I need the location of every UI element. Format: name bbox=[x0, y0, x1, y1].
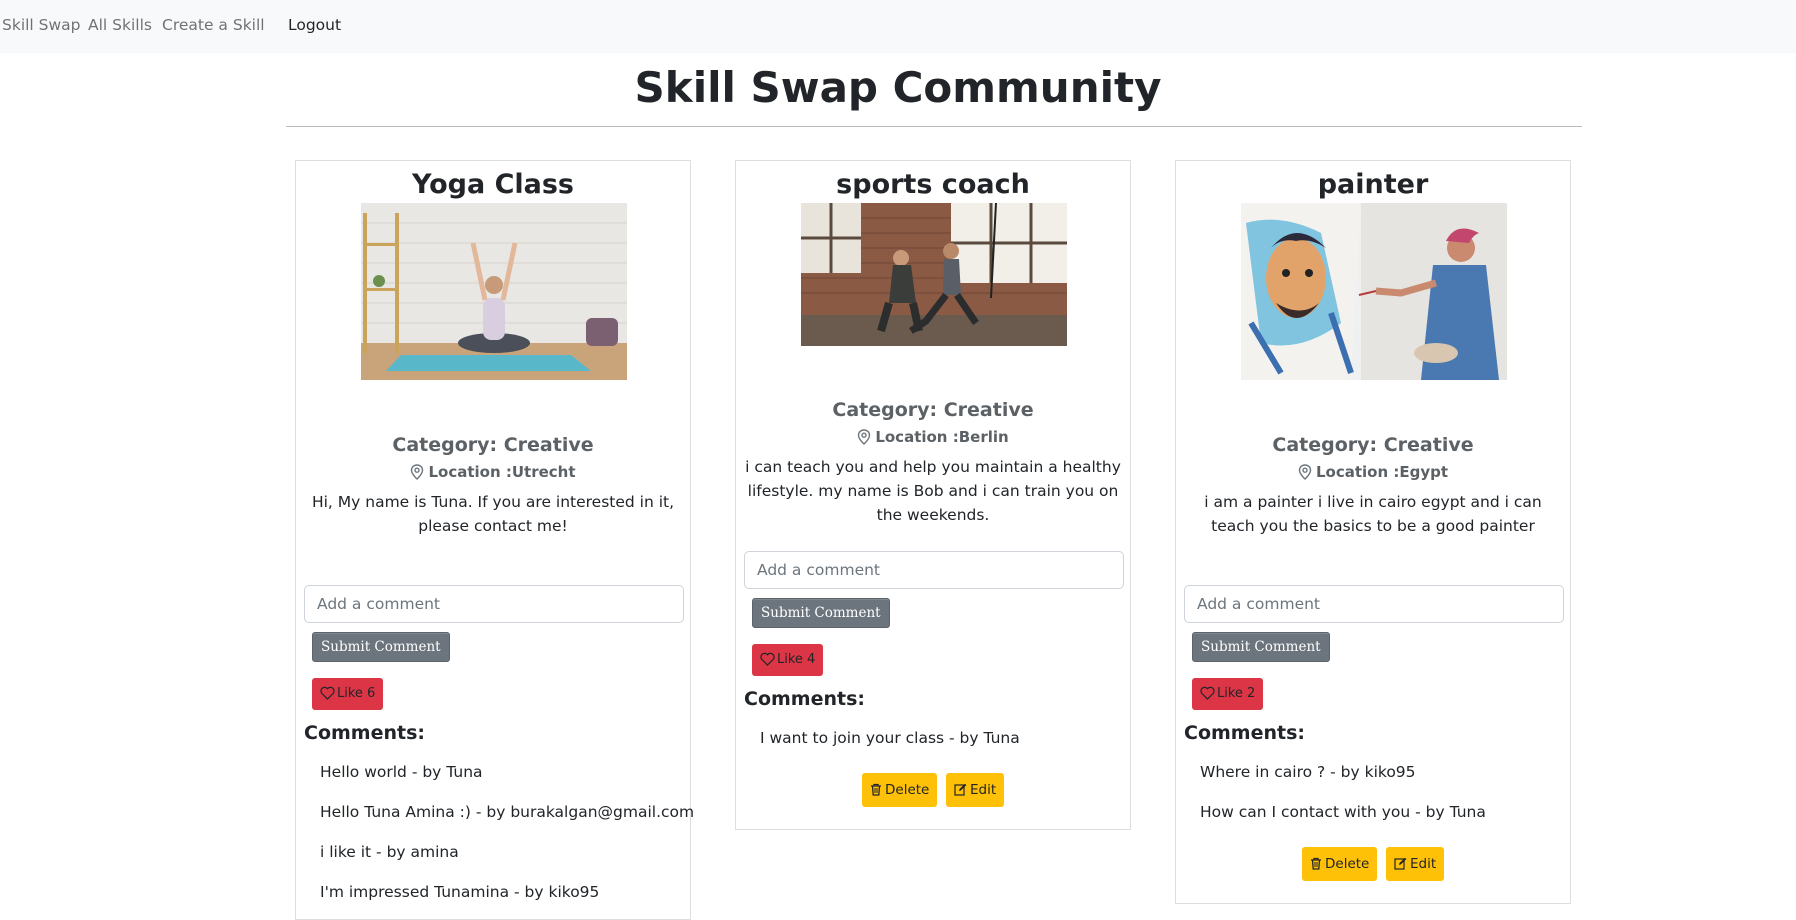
card-description: Hi, My name is Tuna. If you are interest… bbox=[311, 493, 675, 535]
delete-button[interactable]: Delete bbox=[1302, 847, 1378, 881]
card-description: i can teach you and help you maintain a … bbox=[745, 458, 1121, 524]
comments-heading: Comments: bbox=[744, 688, 865, 710]
edit-label: Edit bbox=[970, 782, 997, 798]
comment-item: I'm impressed Tunamina - by kiko95 bbox=[320, 883, 600, 901]
card-category: Category: Creative bbox=[1272, 434, 1474, 456]
skill-image-painter bbox=[1241, 203, 1507, 380]
comment-item: Hello world - by Tuna bbox=[320, 763, 483, 781]
card-description: i am a painter i live in cairo egypt and… bbox=[1204, 493, 1542, 535]
navbar: Skill Swap All Skills Create a Skill Log… bbox=[0, 0, 1796, 53]
like-button[interactable]: Like 2 bbox=[1192, 678, 1264, 710]
delete-label: Delete bbox=[1325, 856, 1370, 872]
edit-icon bbox=[1394, 856, 1410, 872]
like-button[interactable]: Like 4 bbox=[752, 644, 824, 676]
card-location: Location :Utrecht bbox=[296, 462, 690, 482]
edit-icon bbox=[954, 782, 970, 798]
like-label: Like 6 bbox=[337, 686, 376, 701]
card-title: sports coach bbox=[836, 169, 1030, 200]
card-title: painter bbox=[1317, 169, 1429, 200]
location-pin-icon bbox=[857, 428, 875, 446]
nav-create-skill-link[interactable]: Create a Skill bbox=[162, 0, 265, 51]
comment-item: I want to join your class - by Tuna bbox=[760, 729, 1020, 747]
location-label: Location :Egypt bbox=[1315, 463, 1449, 481]
comment-item: How can I contact with you - by Tuna bbox=[1200, 803, 1486, 821]
card-category: Category: Creative bbox=[832, 399, 1034, 421]
skill-card-sports-coach: sports coach Category: Creative Location… bbox=[735, 160, 1131, 830]
card-location: Location :Berlin bbox=[736, 427, 1130, 447]
card-title: Yoga Class bbox=[412, 169, 574, 200]
trash-icon bbox=[1310, 856, 1325, 872]
location-label: Location :Berlin bbox=[875, 428, 1009, 446]
heart-icon bbox=[320, 686, 337, 701]
submit-comment-button[interactable]: Submit Comment bbox=[752, 598, 890, 628]
nav-logout-link[interactable]: Logout bbox=[288, 0, 341, 51]
location-pin-icon bbox=[1298, 463, 1316, 481]
delete-label: Delete bbox=[885, 782, 930, 798]
skill-card-yoga: Yoga Class Category: Creative Location :… bbox=[295, 160, 695, 920]
heart-icon bbox=[1200, 686, 1217, 701]
delete-button[interactable]: Delete bbox=[862, 773, 938, 807]
like-button[interactable]: Like 6 bbox=[312, 678, 384, 710]
location-label: Location :Utrecht bbox=[428, 463, 576, 481]
comment-input[interactable] bbox=[1184, 585, 1564, 623]
skill-image-yoga bbox=[361, 203, 627, 380]
nav-brand-link[interactable]: Skill Swap bbox=[2, 0, 81, 51]
submit-comment-button[interactable]: Submit Comment bbox=[1192, 632, 1330, 662]
comment-item: Where in cairo ? - by kiko95 bbox=[1200, 763, 1416, 781]
edit-button[interactable]: Edit bbox=[946, 773, 1005, 807]
edit-label: Edit bbox=[1410, 856, 1437, 872]
location-pin-icon bbox=[410, 463, 428, 481]
card-category: Category: Creative bbox=[392, 434, 594, 456]
like-label: Like 4 bbox=[777, 652, 816, 667]
title-divider bbox=[286, 126, 1582, 127]
comments-heading: Comments: bbox=[1184, 722, 1305, 744]
card-location: Location :Egypt bbox=[1176, 462, 1570, 482]
trash-icon bbox=[870, 782, 885, 798]
comment-input[interactable] bbox=[744, 551, 1124, 589]
comment-input[interactable] bbox=[304, 585, 684, 623]
skill-card-painter: painter Category: Creative Location :Egy… bbox=[1175, 160, 1571, 904]
submit-comment-button[interactable]: Submit Comment bbox=[312, 632, 450, 662]
nav-all-skills-link[interactable]: All Skills bbox=[88, 0, 152, 51]
heart-icon bbox=[760, 652, 777, 667]
edit-button[interactable]: Edit bbox=[1386, 847, 1445, 881]
page-title: Skill Swap Community bbox=[634, 63, 1162, 112]
comment-item: Hello Tuna Amina :) - by burakalgan@gmai… bbox=[320, 803, 695, 821]
skill-image-sports-coach bbox=[801, 203, 1067, 346]
comment-item: i like it - by amina bbox=[320, 843, 459, 861]
like-label: Like 2 bbox=[1217, 686, 1256, 701]
comments-heading: Comments: bbox=[304, 722, 425, 744]
